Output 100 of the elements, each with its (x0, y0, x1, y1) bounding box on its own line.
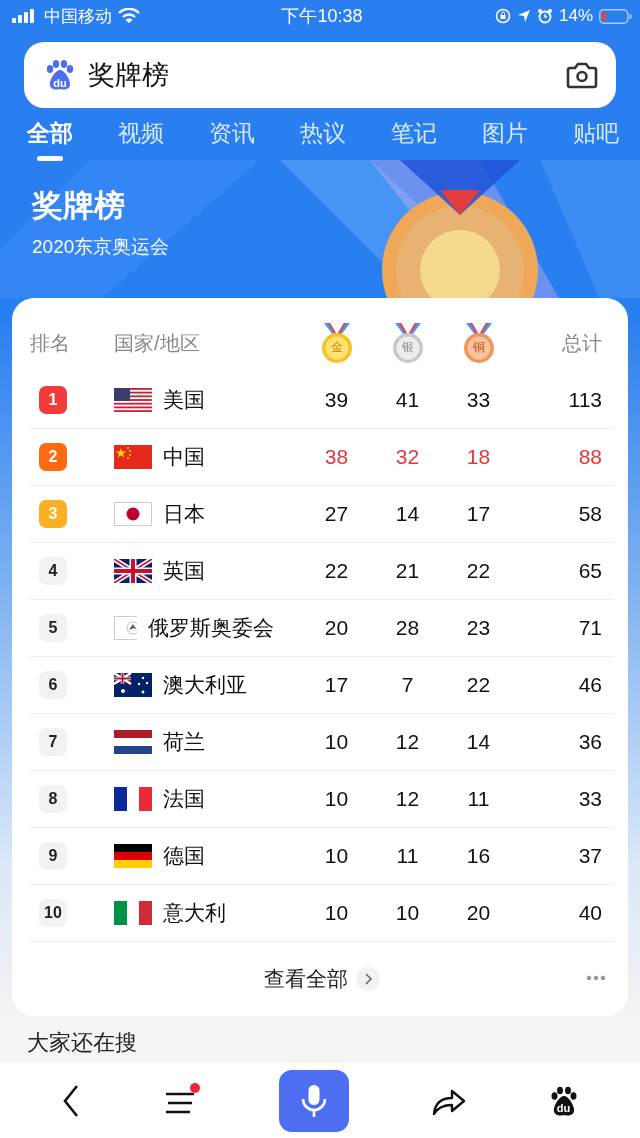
more-icon[interactable] (586, 975, 606, 981)
rank-badge: 7 (39, 728, 67, 756)
rank-badge: 10 (39, 899, 67, 927)
medal-count: 38 (323, 445, 350, 469)
wifi-icon (118, 8, 140, 24)
medal-count: 39 (323, 388, 350, 412)
star-flag-icon (114, 445, 152, 469)
tab[interactable]: 图片 (482, 116, 528, 150)
tricolor-flag-icon (114, 901, 152, 925)
battery-icon (599, 8, 632, 24)
medal-count: 16 (465, 844, 492, 868)
hero-title: 奖牌榜 (32, 187, 126, 225)
medal-count: 11 (466, 787, 491, 811)
country-name: 澳大利亚 (163, 672, 247, 698)
medal-count: 22 (465, 673, 492, 697)
tricolor-flag-icon (114, 787, 152, 811)
column-header: 排名 (30, 330, 71, 356)
medal-count: 10 (394, 901, 421, 925)
medal-count: 88 (577, 445, 603, 469)
menu-icon[interactable] (164, 1086, 197, 1115)
tab[interactable]: 热议 (300, 116, 346, 150)
medal-count: 65 (577, 559, 603, 583)
medal-count: 33 (465, 388, 492, 412)
hero-subtitle: 2020东京奥运会 (32, 235, 170, 259)
circle-flag-icon (114, 502, 152, 526)
rank-badge: 2 (39, 443, 67, 471)
medal-count: 12 (394, 730, 421, 754)
voice-search-button[interactable] (279, 1069, 349, 1132)
tab[interactable]: 视频 (118, 116, 164, 150)
rotation-lock-icon (495, 8, 511, 24)
location-arrow-icon (517, 9, 531, 23)
country-name: 美国 (163, 387, 205, 413)
medal-count: 58 (577, 502, 603, 526)
medal-count: 10 (323, 787, 350, 811)
medal-count: 21 (394, 559, 421, 583)
stars-stripes-flag-icon (114, 388, 152, 412)
medal-count: 14 (465, 730, 492, 754)
medal-count: 33 (577, 787, 603, 811)
country-name: 俄罗斯奥委会 (148, 615, 274, 641)
clock-time: 下午10:38 (281, 5, 363, 28)
medal-count: 20 (465, 901, 492, 925)
medal-count: 37 (577, 844, 603, 868)
tab[interactable]: 资讯 (209, 116, 255, 150)
carrier-name: 中国移动 (44, 5, 112, 28)
tab[interactable]: 全部 (27, 116, 73, 150)
medal-count: 71 (577, 616, 603, 640)
country-name: 法国 (163, 786, 205, 812)
search-query: 奖牌榜 (88, 59, 170, 92)
camera-icon[interactable] (566, 61, 598, 89)
tricolor-flag-icon (114, 730, 152, 754)
rank-badge: 3 (39, 500, 67, 528)
medal-count: 11 (395, 844, 420, 868)
tab[interactable]: 笔记 (391, 116, 437, 150)
medal-count: 28 (394, 616, 421, 640)
medal-count: 40 (577, 901, 603, 925)
country-name: 英国 (163, 558, 205, 584)
country-name: 日本 (163, 501, 205, 527)
medal-count: 113 (567, 388, 603, 412)
tab-indicator (37, 156, 63, 161)
medal-count: 18 (465, 445, 492, 469)
emblem-flag-icon (114, 616, 137, 640)
medal-count: 27 (323, 502, 350, 526)
medal-count: 22 (465, 559, 492, 583)
country-name: 中国 (163, 444, 205, 470)
tricolor-flag-icon (114, 844, 152, 868)
medal-count: 41 (394, 388, 421, 412)
medal-count: 12 (394, 787, 421, 811)
stars-union-flag-icon (114, 673, 152, 697)
medal-count: 10 (323, 844, 350, 868)
battery-percent: 14% (559, 6, 593, 26)
medal-count: 23 (465, 616, 492, 640)
country-name: 意大利 (163, 900, 226, 926)
column-header: 国家/地区 (114, 330, 201, 356)
chevron-right-icon (356, 967, 380, 991)
tab[interactable]: 贴吧 (573, 116, 619, 150)
rank-badge: 4 (39, 557, 67, 585)
medal-count: 7 (400, 673, 415, 697)
medal-count: 14 (394, 502, 421, 526)
rank-badge: 1 (39, 386, 67, 414)
rank-badge: 8 (39, 785, 67, 813)
alarm-icon (537, 8, 553, 24)
medal-count: 22 (323, 559, 350, 583)
medal-count: 46 (577, 673, 603, 697)
rank-badge: 9 (39, 842, 67, 870)
country-name: 荷兰 (163, 729, 205, 755)
search-field[interactable]: du 奖牌榜 (24, 42, 616, 108)
medal-count: 10 (323, 730, 350, 754)
view-all-link[interactable]: 查看全部 (264, 965, 380, 993)
microphone-icon (300, 1083, 328, 1118)
rank-badge: 6 (39, 671, 67, 699)
section-title: 大家还在搜 (27, 1030, 137, 1055)
medal-count: 17 (323, 673, 350, 697)
medal-count: 20 (323, 616, 350, 640)
country-name: 德国 (163, 843, 205, 869)
rank-badge: 5 (39, 614, 67, 642)
medal-count: 10 (323, 901, 350, 925)
medal-count: 36 (577, 730, 603, 754)
medal-count: 32 (394, 445, 421, 469)
union-cross-flag-icon (114, 559, 152, 583)
column-header: 总计 (561, 330, 603, 356)
